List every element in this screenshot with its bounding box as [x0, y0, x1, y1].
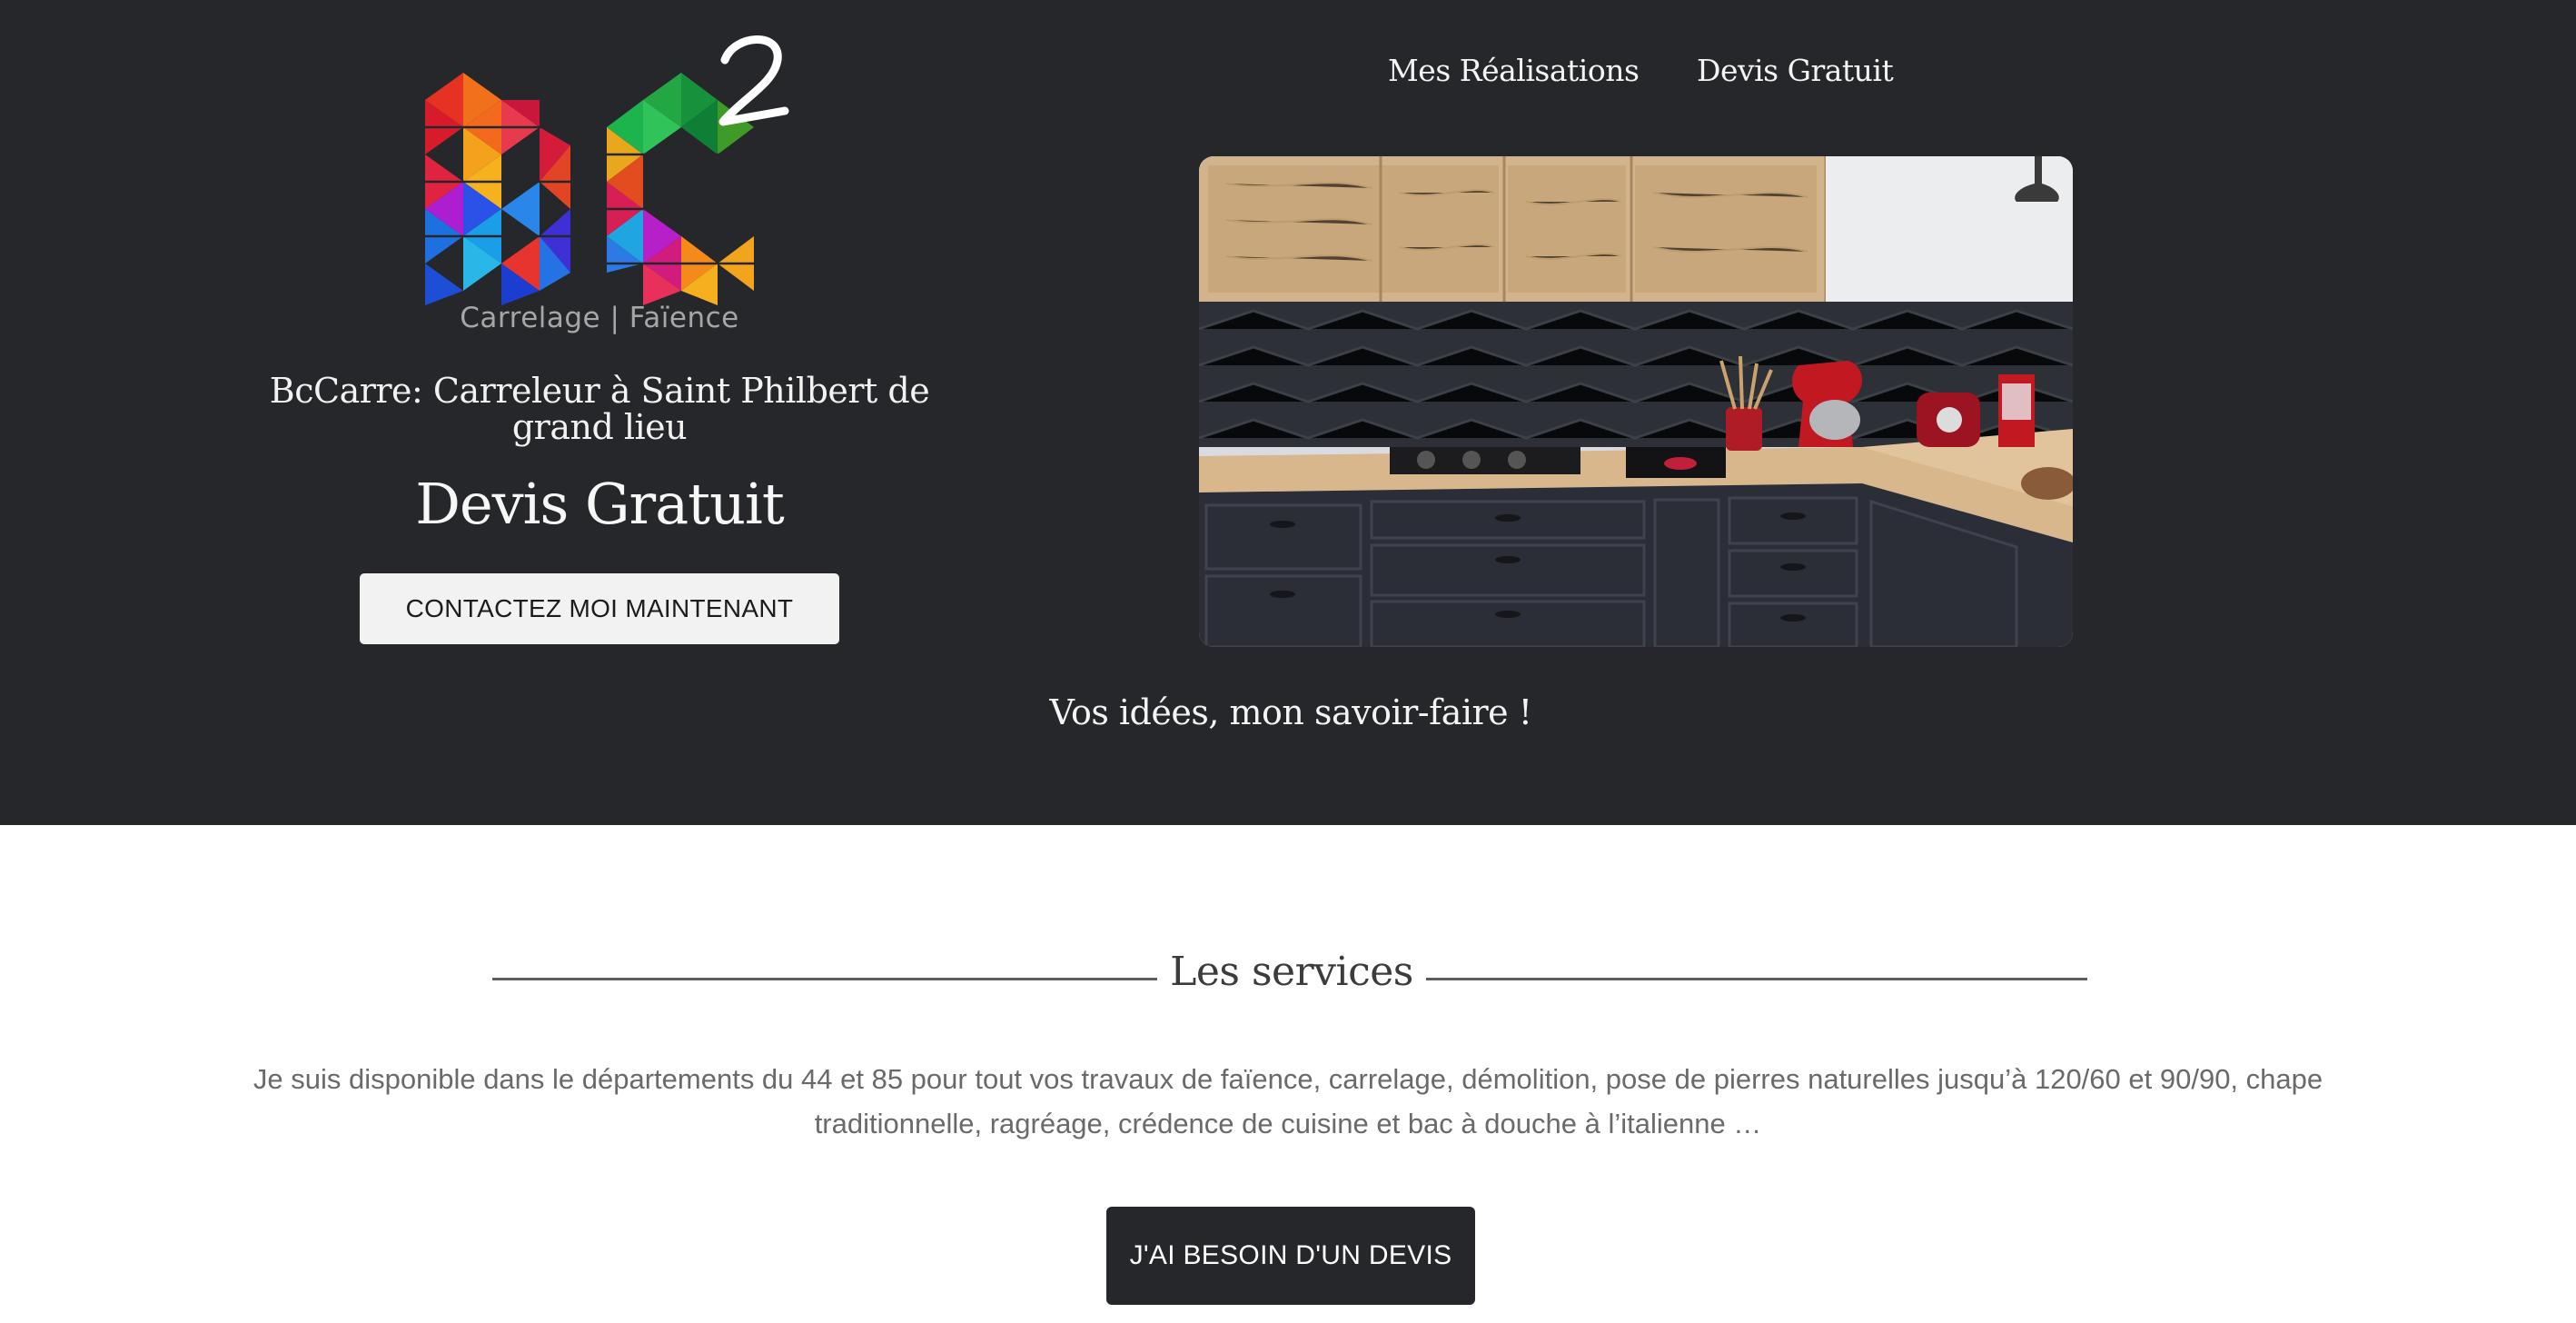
divider-left: [492, 978, 1157, 980]
logo-letter-b: [425, 73, 570, 305]
logo-superscript-2: [718, 35, 789, 126]
kitchen-photo: [1199, 156, 2073, 647]
divider-right: [1426, 978, 2087, 980]
devis-heading: Devis Gratuit: [415, 471, 785, 537]
hero-section: Mes Réalisations Devis Gratuit Carrelage…: [0, 0, 2576, 825]
bc2-logo-icon[interactable]: [425, 33, 807, 342]
nav-link-realisations[interactable]: Mes Réalisations: [1388, 53, 1640, 88]
services-title: Les services: [1170, 949, 1413, 995]
services-heading: Les services: [492, 949, 2087, 1007]
contact-now-button[interactable]: CONTACTEZ MOI MAINTENANT: [360, 573, 839, 644]
nav-link-devis-gratuit[interactable]: Devis Gratuit: [1697, 53, 1894, 88]
page-title: BcCarre: Carreleur à Saint Philbert de g…: [269, 371, 930, 447]
request-quote-button[interactable]: J'AI BESOIN D'UN DEVIS: [1106, 1207, 1475, 1305]
hero-tagline: Vos idées, mon savoir-faire !: [1049, 692, 1532, 732]
logo-tagline: Carrelage | Faïence: [460, 302, 739, 334]
services-description: Je suis disponible dans le départements …: [253, 1063, 2323, 1139]
